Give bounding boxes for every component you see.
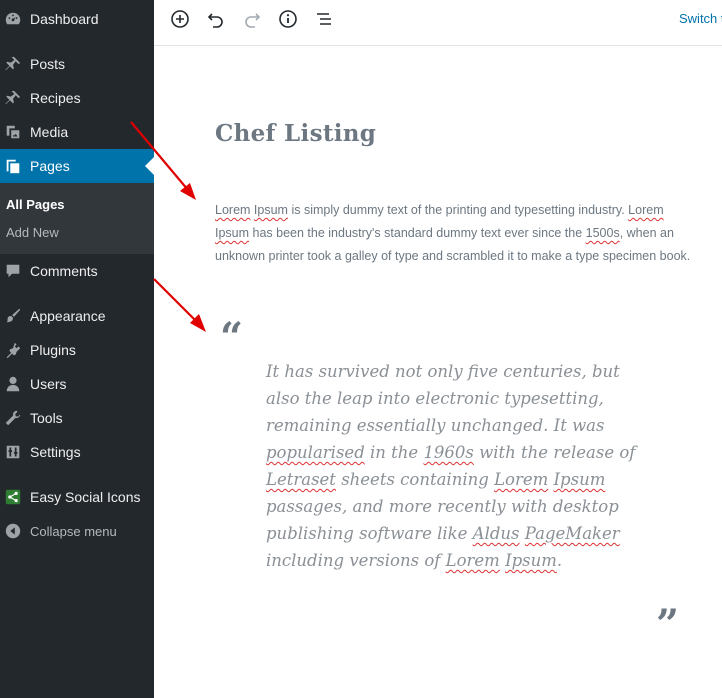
plugin-icon <box>3 340 23 360</box>
pin-icon <box>3 88 23 108</box>
media-icon <box>3 122 23 142</box>
misspelled-word: Ipsum <box>505 551 557 570</box>
collapse-icon <box>3 521 23 541</box>
menu-item-users[interactable]: Users <box>0 367 154 401</box>
quote-text: sheets containing <box>335 470 495 489</box>
pages-icon <box>3 156 23 176</box>
menu-item-appearance[interactable]: Appearance <box>0 299 154 333</box>
paragraph-block[interactable]: Lorem Ipsum is simply dummy text of the … <box>215 199 695 268</box>
editor-toolbar: Switch t <box>154 0 722 46</box>
menu-item-pages[interactable]: Pages <box>0 149 154 183</box>
block-navigation-button[interactable] <box>312 7 336 31</box>
quote-open-mark: “ <box>220 314 244 361</box>
misspelled-word: Lorem <box>445 551 500 570</box>
misspelled-word: Lorem <box>215 203 251 217</box>
quote-text: It has survived not only five centuries,… <box>266 362 620 435</box>
current-menu-indicator <box>145 157 154 175</box>
misspelled-word: Lorem <box>628 203 664 217</box>
submenu-item-all-pages[interactable]: All Pages <box>6 197 65 212</box>
add-block-icon <box>171 10 189 28</box>
misspelled-word: PageMaker <box>524 524 620 543</box>
undo-icon <box>207 13 223 28</box>
menu-label-pages: Pages <box>30 158 70 174</box>
menu-item-recipes[interactable]: Recipes <box>0 81 154 115</box>
menu-label-comments: Comments <box>30 263 98 279</box>
block-editor: Switch t Chef Listing Lorem Ipsum is sim… <box>154 0 722 698</box>
misspelled-word: Letraset <box>266 470 336 489</box>
submenu-item-add-new[interactable]: Add New <box>6 225 59 240</box>
menu-item-plugins[interactable]: Plugins <box>0 333 154 367</box>
paragraph-text: is simply dummy text of the printing and… <box>287 203 629 217</box>
info-icon <box>279 10 297 28</box>
quote-text: including versions of <box>266 551 446 570</box>
menu-label-appearance: Appearance <box>30 308 106 324</box>
quote-block[interactable]: It has survived not only five centuries,… <box>266 358 646 574</box>
misspelled-word: 1960s <box>423 443 474 462</box>
brush-icon <box>3 306 23 326</box>
misspelled-word: popularised <box>266 443 365 462</box>
post-title[interactable]: Chef Listing <box>215 120 376 147</box>
admin-sidebar: Dashboard Posts Recipes Media Pages All … <box>0 0 154 698</box>
pages-submenu: All Pages Add New <box>0 183 154 254</box>
menu-item-comments[interactable]: Comments <box>0 254 154 288</box>
misspelled-word: Ipsum <box>253 203 288 217</box>
misspelled-word: Lorem <box>494 470 549 489</box>
menu-label-easy-social-icons: Easy Social Icons <box>30 489 141 505</box>
menu-label-media: Media <box>30 124 69 140</box>
user-icon <box>3 374 23 394</box>
misspelled-word: Ipsum <box>553 470 606 489</box>
list-view-icon <box>317 13 331 25</box>
menu-label-users: Users <box>30 376 67 392</box>
menu-label-tools: Tools <box>30 410 63 426</box>
quote-text: in the <box>364 443 424 462</box>
collapse-menu-label: Collapse menu <box>30 523 117 539</box>
quote-text: with the release of <box>473 443 636 462</box>
menu-item-tools[interactable]: Tools <box>0 401 154 435</box>
menu-item-media[interactable]: Media <box>0 115 154 149</box>
undo-button[interactable] <box>204 7 228 31</box>
menu-label-posts: Posts <box>30 56 66 72</box>
menu-item-dashboard[interactable]: Dashboard <box>0 2 154 36</box>
content-info-button[interactable] <box>276 7 300 31</box>
menu-item-easy-social-icons[interactable]: Easy Social Icons <box>0 480 154 514</box>
redo-button[interactable] <box>240 7 264 31</box>
redo-icon <box>245 13 261 28</box>
quote-close-mark: ” <box>656 601 680 648</box>
misspelled-word: 1500s <box>585 226 620 240</box>
comment-icon <box>3 261 23 281</box>
collapse-menu-button[interactable]: Collapse menu <box>0 514 154 548</box>
misspelled-word: Ipsum <box>215 226 250 240</box>
menu-item-settings[interactable]: Settings <box>0 435 154 469</box>
dashboard-icon <box>3 9 23 29</box>
switch-to-draft-link[interactable]: Switch t <box>679 11 722 26</box>
add-block-button[interactable] <box>168 7 192 31</box>
quote-text: . <box>556 551 563 570</box>
misspelled-word: Aldus <box>472 524 520 543</box>
paragraph-text: has been the industry's standard dummy t… <box>249 226 586 240</box>
wrench-icon <box>3 408 23 428</box>
share-icon <box>3 487 23 507</box>
pin-icon <box>3 54 23 74</box>
menu-label-recipes: Recipes <box>30 90 81 106</box>
menu-label-plugins: Plugins <box>30 342 76 358</box>
menu-label-settings: Settings <box>30 444 81 460</box>
menu-item-posts[interactable]: Posts <box>0 47 154 81</box>
settings-icon <box>3 442 23 462</box>
menu-label-dashboard: Dashboard <box>30 11 99 27</box>
